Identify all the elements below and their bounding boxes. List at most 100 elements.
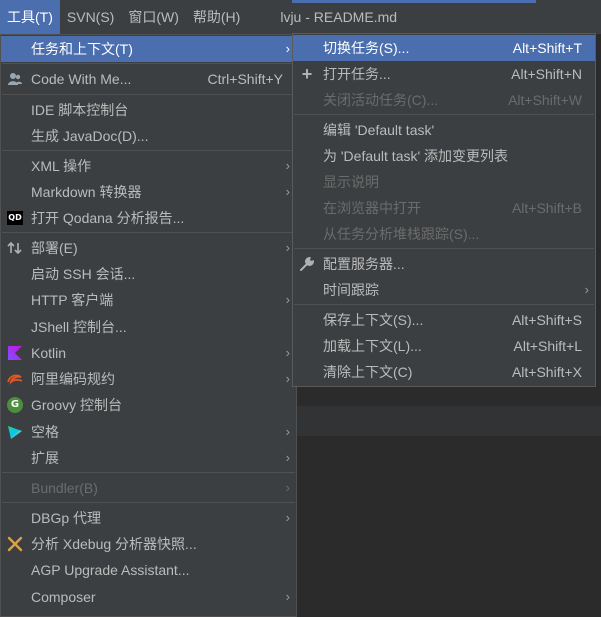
separator (2, 150, 295, 151)
chevron-right-icon: › (285, 480, 290, 495)
menu-item-time-tracking[interactable]: 时间跟踪 › (293, 277, 595, 303)
menu-window[interactable]: 窗口(W) (121, 0, 186, 34)
groovy-icon: G (7, 397, 23, 413)
menu-item-label: 打开任务... (323, 66, 391, 82)
separator (2, 232, 295, 233)
menu-item-shortcut: Alt+Shift+W (508, 92, 582, 108)
wrench-icon (299, 256, 315, 272)
menu-item-shortcut: Alt+Shift+L (513, 338, 583, 354)
menu-item-label: 空格 (31, 424, 59, 440)
menu-item-ide-script-console[interactable]: IDE 脚本控制台 (1, 97, 296, 123)
menu-item-shortcut: Alt+Shift+X (511, 364, 582, 380)
menu-item-configure-servers[interactable]: 配置服务器... (293, 251, 595, 277)
separator (294, 114, 594, 115)
menu-item-label: 关闭活动任务(C)... (323, 92, 439, 108)
menu-item-markdown-converter[interactable]: Markdown 转换器 › (1, 179, 296, 205)
menu-bar: 工具(T) SVN(S) 窗口(W) 帮助(H) lvju - README.m… (0, 0, 601, 34)
menu-item-kotlin[interactable]: Kotlin › (1, 340, 296, 366)
chevron-right-icon: › (285, 371, 290, 386)
qodana-icon: QD (7, 210, 23, 226)
chevron-right-icon: › (285, 292, 290, 307)
menu-item-ssh-session[interactable]: 启动 SSH 会话... (1, 261, 296, 287)
menu-item-xdebug-snapshot[interactable]: 分析 Xdebug 分析器快照... (1, 531, 296, 557)
kotlin-icon (7, 345, 23, 361)
menu-item-extensions[interactable]: 扩展 › (1, 445, 296, 471)
menu-item-label: 切换任务(S)... (323, 40, 410, 56)
menu-item-dbgp-proxy[interactable]: DBGp 代理 › (1, 505, 296, 531)
menu-item-edit-default-task[interactable]: 编辑 'Default task' (293, 117, 595, 143)
menu-svn[interactable]: SVN(S) (60, 0, 121, 34)
menu-item-shortcut: Alt+Shift+B (511, 200, 582, 216)
menu-item-load-context[interactable]: 加载上下文(L)... Alt+Shift+L (293, 333, 595, 359)
menu-item-agp-upgrade-assistant[interactable]: AGP Upgrade Assistant... (1, 557, 296, 583)
menu-item-code-with-me[interactable]: Code With Me... Ctrl+Shift+Y (1, 66, 296, 92)
separator (2, 472, 295, 473)
menu-item-space[interactable]: 空格 › (1, 419, 296, 445)
menu-item-open-task[interactable]: + 打开任务... Alt+Shift+N (293, 61, 595, 87)
menu-item-http-client[interactable]: HTTP 客户端 › (1, 287, 296, 313)
menu-item-label: XML 操作 (31, 158, 92, 174)
menu-item-label: 保存上下文(S)... (323, 312, 424, 328)
menu-item-label: 清除上下文(C) (323, 364, 413, 380)
menu-item-label: 扩展 (31, 450, 59, 466)
menu-item-composer[interactable]: Composer › (1, 584, 296, 610)
menu-item-label: DBGp 代理 (31, 510, 102, 526)
chevron-right-icon: › (285, 450, 290, 465)
chevron-right-icon: › (285, 158, 290, 173)
menu-item-shortcut: Alt+Shift+S (511, 312, 582, 328)
menu-item-bundler: Bundler(B) › (1, 475, 296, 501)
editor-area (296, 386, 601, 617)
menu-item-analyze-stacktrace: 从任务分析堆栈跟踪(S)... (293, 221, 595, 247)
chevron-right-icon: › (285, 510, 290, 525)
menu-item-label: 打开 Qodana 分析报告... (31, 210, 185, 226)
menu-item-label: 时间跟踪 (323, 282, 379, 298)
separator (2, 63, 295, 64)
menu-item-label: 显示说明 (323, 174, 379, 190)
menu-item-switch-task[interactable]: 切换任务(S)... Alt+Shift+T (293, 35, 595, 61)
menu-help[interactable]: 帮助(H) (186, 0, 247, 34)
chevron-right-icon: › (285, 41, 290, 56)
menu-item-tasks-context[interactable]: 任务和上下文(T) › (1, 36, 296, 62)
menu-item-show-description: 显示说明 (293, 169, 595, 195)
people-icon (7, 71, 23, 87)
xdebug-icon (7, 536, 23, 552)
menu-item-label: Groovy 控制台 (31, 397, 123, 413)
chevron-right-icon: › (285, 345, 290, 360)
menu-item-jshell-console[interactable]: JShell 控制台... (1, 314, 296, 340)
menu-item-label: 启动 SSH 会话... (31, 266, 136, 282)
menu-item-label: 部署(E) (31, 240, 78, 256)
chevron-right-icon: › (285, 424, 290, 439)
separator (294, 304, 594, 305)
menu-item-label: 在浏览器中打开 (323, 200, 421, 216)
menu-item-shortcut: Ctrl+Shift+Y (207, 71, 283, 87)
menu-item-generate-javadoc[interactable]: 生成 JavaDoc(D)... (1, 123, 296, 149)
tasks-context-submenu: 切换任务(S)... Alt+Shift+T + 打开任务... Alt+Shi… (292, 33, 596, 387)
menu-item-label: 配置服务器... (323, 256, 405, 272)
menu-item-label: 从任务分析堆栈跟踪(S)... (323, 226, 480, 242)
plus-icon: + (301, 64, 313, 84)
chevron-right-icon: › (285, 184, 290, 199)
menu-item-label: AGP Upgrade Assistant... (31, 562, 190, 578)
menu-item-label: JShell 控制台... (31, 319, 127, 335)
menu-item-deployment[interactable]: 部署(E) › (1, 235, 296, 261)
deploy-icon (7, 240, 23, 256)
menu-item-label: Code With Me... (31, 71, 132, 87)
menu-item-alibaba-guidelines[interactable]: 阿里编码规约 › (1, 366, 296, 392)
editor-gutter-top (296, 386, 601, 406)
menu-item-save-context[interactable]: 保存上下文(S)... Alt+Shift+S (293, 307, 595, 333)
menu-item-close-active-task: 关闭活动任务(C)... Alt+Shift+W (293, 87, 595, 113)
menu-item-qodana-report[interactable]: QD 打开 Qodana 分析报告... (1, 205, 296, 231)
window-title: lvju - README.md (280, 9, 398, 25)
menu-item-label: 编辑 'Default task' (323, 122, 435, 138)
menu-item-add-changelist[interactable]: 为 'Default task' 添加变更列表 (293, 143, 595, 169)
menu-item-groovy-console[interactable]: G Groovy 控制台 (1, 392, 296, 418)
menu-item-label: 任务和上下文(T) (31, 41, 133, 57)
alibaba-icon (7, 371, 23, 387)
chevron-right-icon: › (285, 589, 290, 604)
menu-tools[interactable]: 工具(T) (0, 0, 60, 34)
menu-item-label: 生成 JavaDoc(D)... (31, 128, 149, 144)
menu-item-label: Bundler(B) (31, 480, 98, 496)
separator (2, 94, 295, 95)
menu-item-xml-actions[interactable]: XML 操作 › (1, 153, 296, 179)
menu-item-clear-context[interactable]: 清除上下文(C) Alt+Shift+X (293, 359, 595, 385)
